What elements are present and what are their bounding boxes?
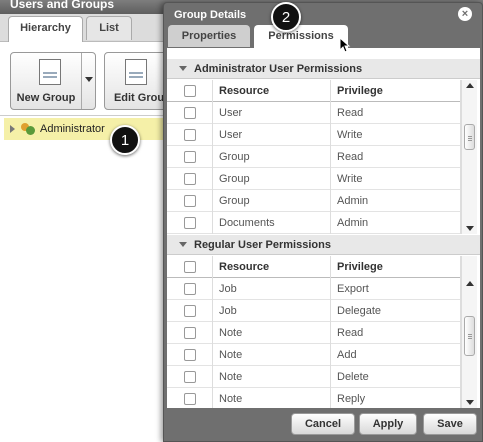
section-admin-permissions[interactable]: Administrator User Permissions xyxy=(167,59,480,79)
scroll-thumb[interactable] xyxy=(464,316,475,356)
column-header-resource[interactable]: Resource xyxy=(213,80,331,102)
privilege-cell: Write xyxy=(331,124,461,146)
permissions-panel: Administrator User Permissions Resource … xyxy=(167,48,480,410)
privilege-cell: Delegate xyxy=(331,300,461,322)
table-row[interactable]: User Write xyxy=(167,124,461,146)
privilege-cell: Read xyxy=(331,102,461,124)
cancel-button[interactable]: Cancel xyxy=(291,413,355,435)
section-title: Administrator User Permissions xyxy=(194,63,363,75)
tab-hierarchy[interactable]: Hierarchy xyxy=(8,16,83,43)
row-checkbox[interactable] xyxy=(184,129,196,141)
dialog-title: Group Details xyxy=(174,9,247,21)
table-row[interactable]: Job Export xyxy=(167,278,461,300)
privilege-cell: Read xyxy=(331,322,461,344)
save-button[interactable]: Save xyxy=(423,413,477,435)
resource-cell: Group xyxy=(213,190,331,212)
resource-cell: Note xyxy=(213,366,331,388)
scroll-thumb[interactable] xyxy=(464,124,475,150)
table-row[interactable]: Note Delete xyxy=(167,366,461,388)
callout-badge-1: 1 xyxy=(110,125,140,155)
privilege-cell: Reply xyxy=(331,388,461,410)
table-row[interactable]: Note Add xyxy=(167,344,461,366)
resource-cell: User xyxy=(213,124,331,146)
table-row[interactable]: Note Read xyxy=(167,322,461,344)
row-checkbox[interactable] xyxy=(184,217,196,229)
callout-badge-2: 2 xyxy=(271,2,301,32)
section-title: Regular User Permissions xyxy=(194,239,331,251)
scroll-down-icon[interactable] xyxy=(462,222,478,234)
tree-item-label: Administrator xyxy=(40,123,105,135)
resource-cell: User xyxy=(213,102,331,124)
table-header-row: Resource Privilege xyxy=(167,80,461,102)
regular-permissions-table: Resource Privilege Job Export Job Delega… xyxy=(167,256,480,410)
scroll-down-icon[interactable] xyxy=(462,396,478,408)
row-checkbox[interactable] xyxy=(184,305,196,317)
new-group-button[interactable]: New Group xyxy=(10,52,96,110)
resource-cell: Job xyxy=(213,278,331,300)
resource-cell: Note xyxy=(213,388,331,410)
row-checkbox[interactable] xyxy=(184,393,196,405)
new-group-dropdown-icon[interactable] xyxy=(81,53,95,109)
row-checkbox[interactable] xyxy=(184,107,196,119)
row-checkbox[interactable] xyxy=(184,349,196,361)
column-header-resource[interactable]: Resource xyxy=(213,256,331,278)
table-row[interactable]: Group Read xyxy=(167,146,461,168)
resource-cell: Note xyxy=(213,322,331,344)
privilege-cell: Add xyxy=(331,344,461,366)
row-checkbox[interactable] xyxy=(184,195,196,207)
table-row[interactable]: Group Write xyxy=(167,168,461,190)
privilege-cell: Read xyxy=(331,146,461,168)
collapse-icon[interactable] xyxy=(179,66,187,75)
resource-cell: Group xyxy=(213,146,331,168)
column-header-privilege[interactable]: Privilege xyxy=(331,80,461,102)
resource-cell: Note xyxy=(213,344,331,366)
select-all-checkbox[interactable] xyxy=(184,85,196,97)
resource-cell: Group xyxy=(213,168,331,190)
row-checkbox[interactable] xyxy=(184,173,196,185)
privilege-cell: Admin xyxy=(331,212,461,234)
select-all-checkbox[interactable] xyxy=(184,261,196,273)
resource-cell: Documents xyxy=(213,212,331,234)
group-details-dialog: Group Details × Properties Permissions A… xyxy=(163,2,483,442)
row-checkbox[interactable] xyxy=(184,151,196,163)
table-row[interactable]: Documents Admin xyxy=(167,212,461,234)
table-row[interactable]: Note Reply xyxy=(167,388,461,410)
privilege-cell: Admin xyxy=(331,190,461,212)
mouse-cursor-icon xyxy=(339,37,351,53)
edit-group-icon xyxy=(125,59,147,85)
privilege-cell: Write xyxy=(331,168,461,190)
table-row[interactable]: User Read xyxy=(167,102,461,124)
table-header-row: Resource Privilege xyxy=(167,256,461,278)
row-checkbox[interactable] xyxy=(184,371,196,383)
expand-arrow-icon[interactable] xyxy=(10,125,19,133)
privilege-cell: Export xyxy=(331,278,461,300)
collapse-icon[interactable] xyxy=(179,242,187,251)
new-group-icon xyxy=(39,59,61,85)
admin-permissions-table: Resource Privilege User Read User Write … xyxy=(167,80,480,234)
scrollbar[interactable] xyxy=(461,256,477,408)
scroll-up-icon[interactable] xyxy=(462,278,478,290)
close-icon[interactable]: × xyxy=(458,7,472,21)
group-icon xyxy=(21,123,35,135)
scroll-up-icon[interactable] xyxy=(462,80,478,92)
apply-button[interactable]: Apply xyxy=(359,413,417,435)
section-regular-permissions[interactable]: Regular User Permissions xyxy=(167,235,480,255)
tab-properties[interactable]: Properties xyxy=(168,25,250,47)
table-row[interactable]: Group Admin xyxy=(167,190,461,212)
column-header-privilege[interactable]: Privilege xyxy=(331,256,461,278)
scrollbar[interactable] xyxy=(461,80,477,234)
table-row[interactable]: Job Delegate xyxy=(167,300,461,322)
row-checkbox[interactable] xyxy=(184,283,196,295)
resource-cell: Job xyxy=(213,300,331,322)
row-checkbox[interactable] xyxy=(184,327,196,339)
privilege-cell: Delete xyxy=(331,366,461,388)
new-group-label: New Group xyxy=(16,92,76,104)
dialog-footer: Cancel Apply Save xyxy=(167,408,480,441)
tab-list[interactable]: List xyxy=(86,16,132,40)
tab-permissions[interactable]: Permissions xyxy=(254,25,348,49)
